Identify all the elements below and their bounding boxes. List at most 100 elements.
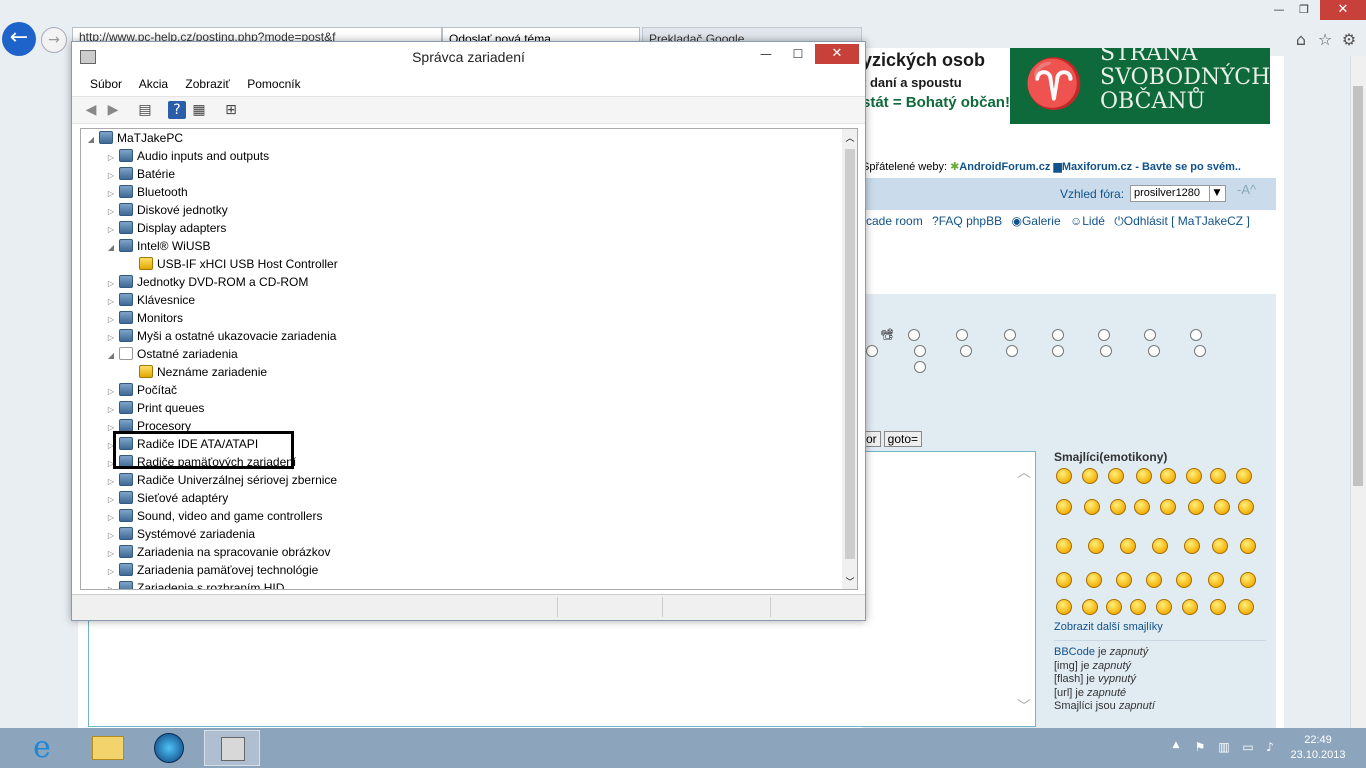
tree-item[interactable]: ▷ Diskové jednotky [105,201,228,219]
nav-link-logout[interactable]: Odhlásit [ MaTJakeCZ ] [1124,214,1250,228]
smiley-icon[interactable] [1086,572,1102,588]
ie-restore-button[interactable]: ❐ [1290,0,1318,20]
device-manager-icon[interactable] [80,50,96,64]
chevron-down-icon[interactable]: ﹀ [1017,696,1031,716]
tree-item[interactable]: ▷ Monitors [105,309,183,327]
tree-item[interactable]: ▷ Klávesnice [105,291,195,309]
ie-minimize-button[interactable]: — [1265,0,1293,20]
tree-child-item[interactable]: Neznáme zariadenie [137,363,267,381]
smiley-icon[interactable] [1214,499,1230,515]
back-button[interactable]: ← [2,22,36,56]
menu-help[interactable]: Pomocník [247,77,300,91]
properties-icon[interactable]: ▤ [136,101,154,119]
tree-item[interactable]: ▷ Zariadenia s rozhraním HID [105,579,284,589]
smiley-icon[interactable] [1106,599,1122,615]
tree-item[interactable]: ▷ Počítač [105,381,177,399]
window-title[interactable]: Správca zariadení [72,42,865,72]
post-icon-radio[interactable] [1194,345,1206,357]
expand-icon[interactable]: ▷ [105,581,117,589]
nav-link-people[interactable]: Lidé [1082,214,1105,228]
battery-tray-icon[interactable]: ▭ [1240,740,1256,756]
smiley-icon[interactable] [1056,499,1072,515]
chevron-up-icon[interactable]: ︿ [1017,462,1031,482]
smiley-icon[interactable] [1176,572,1192,588]
smiley-icon[interactable] [1056,468,1072,484]
more-smileys-link[interactable]: Zobrazit další smajlíky [1054,621,1163,633]
smiley-icon[interactable] [1238,499,1254,515]
tree-child-item[interactable]: USB-IF xHCI USB Host Controller [137,255,338,273]
smiley-icon[interactable] [1208,572,1224,588]
smiley-icon[interactable] [1056,538,1072,554]
forward-arrow-icon[interactable]: ▶ [104,101,122,119]
smiley-icon[interactable] [1160,468,1176,484]
system-clock[interactable]: 22:49 23.10.2013 [1290,733,1346,763]
tree-item[interactable]: ▷ Radiče Univerzálnej sériovej zbernice [105,471,337,489]
tree-item[interactable]: ▷ Zariadenia pamäťovej technológie [105,561,318,579]
status-name[interactable]: BBCode [1054,646,1095,658]
nav-link-arcade[interactable]: rcade room [862,214,923,228]
scan-hardware-icon[interactable]: ⊞ [222,101,240,119]
favorites-icon[interactable]: ☆ [1314,30,1336,50]
smiley-icon[interactable] [1240,572,1256,588]
back-arrow-icon[interactable]: ◀ [82,101,100,119]
smiley-icon[interactable] [1210,468,1226,484]
tree-item[interactable]: ▷ Zariadenia na spracovanie obrázkov [105,543,330,561]
volume-icon[interactable]: ♪ [1262,740,1278,756]
post-icon-radio[interactable] [956,329,968,341]
party-banner[interactable]: ♈ STRANA SVOBODNÝCH OBČANŮ [1010,48,1270,124]
smiley-icon[interactable] [1184,538,1200,554]
tree-item[interactable]: ▷ Sieťové adaptéry [105,489,228,507]
forward-button[interactable]: → [41,27,67,53]
smiley-icon[interactable] [1236,468,1252,484]
media-player-icon[interactable] [142,730,198,766]
smiley-icon[interactable] [1186,468,1202,484]
partner-link[interactable]: AndroidForum.cz [959,161,1050,173]
scroll-up-icon[interactable]: ︿ [844,131,856,144]
smiley-icon[interactable] [1146,572,1162,588]
nav-link-faq[interactable]: FAQ phpBB [939,214,1002,228]
tree-item[interactable]: ▷ Jednotky DVD-ROM a CD-ROM [105,273,308,291]
page-scrollbar-thumb[interactable] [1353,86,1363,486]
smiley-icon[interactable] [1238,599,1254,615]
settings-gear-icon[interactable]: ⚙ [1338,30,1360,50]
smiley-icon[interactable] [1156,599,1172,615]
tree-item[interactable]: ▷ Audio inputs and outputs [105,147,269,165]
minimize-button[interactable]: — [752,44,780,64]
smiley-icon[interactable] [1136,468,1152,484]
collapse-icon[interactable]: ◢ [85,131,97,149]
post-icon-radio[interactable] [1052,329,1064,341]
tree-item[interactable]: ▷ Systémové zariadenia [105,525,255,543]
post-icon-radio[interactable] [1098,329,1110,341]
smiley-icon[interactable] [1188,499,1204,515]
file-explorer-icon[interactable] [80,730,136,766]
post-icon-radio[interactable] [908,329,920,341]
smiley-icon[interactable] [1240,538,1256,554]
tree-item[interactable]: ▷ Sound, video and game controllers [105,507,322,525]
smiley-icon[interactable] [1134,499,1150,515]
smiley-icon[interactable] [1116,572,1132,588]
post-icon-radio[interactable] [1006,345,1018,357]
nav-link-gallery[interactable]: Galerie [1022,214,1061,228]
smiley-icon[interactable] [1110,499,1126,515]
smiley-icon[interactable] [1210,599,1226,615]
smiley-icon[interactable] [1160,499,1176,515]
tree-item[interactable]: ▷ Myši a ostatné ukazovacie zariadenia [105,327,336,345]
tree-item[interactable]: ▷ Display adapters [105,219,226,237]
style-select[interactable]: prosilver1280 ▼ [1130,185,1226,202]
post-icon-radio[interactable] [914,361,926,373]
tree-item[interactable]: ◢ Intel® WiUSB [105,237,211,255]
collapse-icon[interactable]: ◢ [105,347,117,365]
smiley-icon[interactable] [1088,538,1104,554]
smiley-icon[interactable] [1182,599,1198,615]
smiley-icon[interactable] [1056,599,1072,615]
post-icon-radio[interactable] [1148,345,1160,357]
tree-item[interactable]: ▷ Print queues [105,399,204,417]
close-button[interactable]: ✕ [815,44,859,64]
smiley-icon[interactable] [1108,468,1124,484]
internet-explorer-icon[interactable]: e [14,730,70,766]
scroll-down-icon[interactable]: ﹀ [844,575,856,588]
post-icon-radio[interactable] [960,345,972,357]
smiley-icon[interactable] [1152,538,1168,554]
post-icon-radio[interactable] [914,345,926,357]
smiley-icon[interactable] [1120,538,1136,554]
